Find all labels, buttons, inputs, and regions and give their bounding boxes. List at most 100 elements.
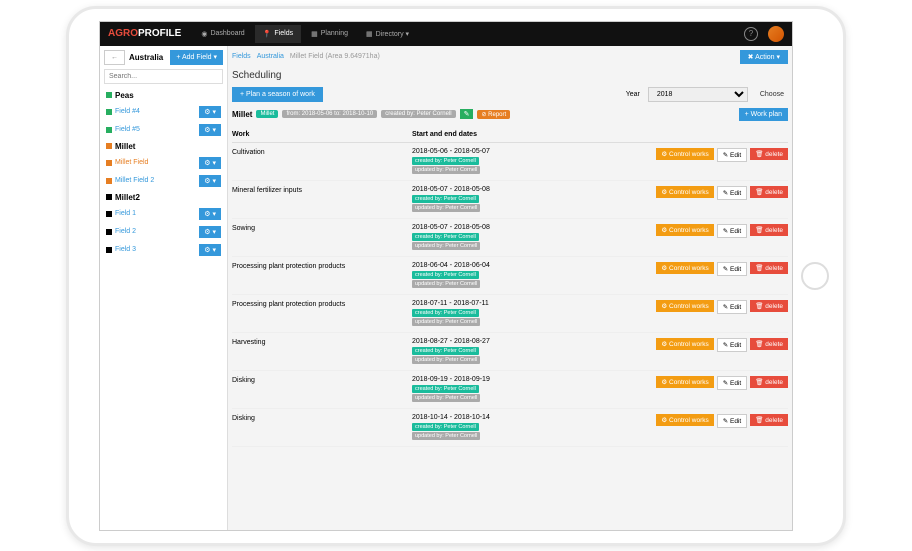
avatar[interactable] bbox=[768, 26, 784, 42]
work-name: Mineral fertilizer inputs bbox=[232, 186, 412, 194]
workplan-button[interactable]: + Work plan bbox=[739, 108, 788, 121]
search-input[interactable] bbox=[104, 69, 223, 84]
date-text: 2018-05-07 - 2018-05-08 bbox=[412, 224, 542, 231]
topbar: AGROPROFILE ◉Dashboard 📍Fields ▦Planning… bbox=[100, 22, 792, 46]
updated-tag: updated by: Peter Cornell bbox=[412, 356, 480, 364]
delete-button[interactable]: 🗑 delete bbox=[750, 300, 788, 312]
field-row[interactable]: Millet Field 2⚙ ▾ bbox=[104, 172, 223, 190]
table-row: Processing plant protection products2018… bbox=[232, 257, 788, 295]
edit-button[interactable]: ✎ Edit bbox=[717, 148, 747, 162]
work-dates: 2018-06-04 - 2018-06-04created by: Peter… bbox=[412, 262, 542, 289]
created-tag: created by: Peter Cornell bbox=[412, 385, 479, 393]
gear-button[interactable]: ⚙ ▾ bbox=[199, 175, 221, 187]
year-select[interactable]: 2018 bbox=[648, 87, 748, 102]
field-row[interactable]: Millet Field⚙ ▾ bbox=[104, 154, 223, 172]
nav-label: Directory ▾ bbox=[376, 30, 409, 38]
gear-button[interactable]: ⚙ ▾ bbox=[199, 106, 221, 118]
top-right: ? bbox=[744, 26, 784, 42]
control-works-button[interactable]: ⚙ Control works bbox=[656, 300, 713, 312]
table-row: Sowing2018-05-07 - 2018-05-08created by:… bbox=[232, 219, 788, 257]
table-row: Harvesting2018-08-27 - 2018-08-27created… bbox=[232, 333, 788, 371]
add-field-button[interactable]: + Add Field ▾ bbox=[170, 50, 223, 65]
delete-button[interactable]: 🗑 delete bbox=[750, 338, 788, 350]
updated-tag: updated by: Peter Cornell bbox=[412, 204, 480, 212]
edit-button[interactable]: ✎ Edit bbox=[717, 414, 747, 428]
edit-button[interactable]: ✎ Edit bbox=[717, 376, 747, 390]
updated-tag: updated by: Peter Cornell bbox=[412, 394, 480, 402]
color-swatch bbox=[106, 194, 112, 200]
back-button[interactable]: ← bbox=[104, 50, 125, 65]
work-name: Processing plant protection products bbox=[232, 300, 412, 308]
work-dates: 2018-05-07 - 2018-05-08created by: Peter… bbox=[412, 186, 542, 213]
choose-button[interactable]: Choose bbox=[756, 89, 788, 100]
updated-tag: updated by: Peter Cornell bbox=[412, 280, 480, 288]
field-row[interactable]: Field 3⚙ ▾ bbox=[104, 241, 223, 259]
action-button[interactable]: ✖ Action ▾ bbox=[740, 50, 788, 64]
work-name: Harvesting bbox=[232, 338, 412, 346]
control-works-button[interactable]: ⚙ Control works bbox=[656, 262, 713, 274]
delete-button[interactable]: 🗑 delete bbox=[750, 148, 788, 160]
crop-header-peas: Peas bbox=[104, 88, 223, 103]
nav-planning[interactable]: ▦Planning bbox=[303, 25, 356, 43]
control-works-button[interactable]: ⚙ Control works bbox=[656, 338, 713, 350]
pin-icon: 📍 bbox=[263, 30, 272, 38]
nav-dashboard[interactable]: ◉Dashboard bbox=[193, 25, 252, 43]
edit-button[interactable]: ✎ Edit bbox=[717, 224, 747, 238]
control-works-button[interactable]: ⚙ Control works bbox=[656, 186, 713, 198]
delete-button[interactable]: 🗑 delete bbox=[750, 376, 788, 388]
edit-button[interactable]: ✎ bbox=[460, 109, 474, 119]
created-tag: created by: Peter Cornell bbox=[412, 233, 479, 241]
field-name: Millet Field 2 bbox=[115, 177, 196, 184]
updated-tag: updated by: Peter Cornell bbox=[412, 318, 480, 326]
field-row[interactable]: Field #4⚙ ▾ bbox=[104, 103, 223, 121]
nav-label: Fields bbox=[274, 30, 293, 37]
control-works-button[interactable]: ⚙ Control works bbox=[656, 414, 713, 426]
date-text: 2018-07-11 - 2018-07-11 bbox=[412, 300, 542, 307]
main: Fields Australia Millet Field (Area 9.64… bbox=[228, 46, 792, 530]
table-row: Cultivation2018-05-06 - 2018-05-07create… bbox=[232, 143, 788, 181]
table-row: Disking2018-09-19 - 2018-09-19 created by… bbox=[232, 371, 788, 409]
control-works-button[interactable]: ⚙ Control works bbox=[656, 376, 713, 388]
gear-button[interactable]: ⚙ ▾ bbox=[199, 157, 221, 169]
breadcrumb-fields[interactable]: Fields bbox=[232, 53, 251, 60]
field-row[interactable]: Field 1⚙ ▾ bbox=[104, 205, 223, 223]
work-dates: 2018-09-19 - 2018-09-19 created by: Peter… bbox=[412, 376, 542, 403]
work-name: Processing plant protection products bbox=[232, 262, 412, 270]
created-tag: created by: Peter Cornell bbox=[412, 423, 479, 431]
edit-button[interactable]: ✎ Edit bbox=[717, 338, 747, 352]
gear-button[interactable]: ⚙ ▾ bbox=[199, 124, 221, 136]
delete-button[interactable]: 🗑 delete bbox=[750, 262, 788, 274]
date-text: 2018-09-19 - 2018-09-19 bbox=[412, 376, 542, 383]
control-works-button[interactable]: ⚙ Control works bbox=[656, 224, 713, 236]
nav-directory[interactable]: ▦Directory ▾ bbox=[358, 25, 417, 43]
crop-name: Millet2 bbox=[115, 193, 140, 202]
gear-button[interactable]: ⚙ ▾ bbox=[199, 226, 221, 238]
breadcrumb-country[interactable]: Australia bbox=[257, 53, 284, 60]
work-actions: ⚙ Control works ✎ Edit🗑 delete bbox=[542, 300, 788, 314]
edit-button[interactable]: ✎ Edit bbox=[717, 300, 747, 314]
field-name: Field 3 bbox=[115, 246, 196, 253]
gear-button[interactable]: ⚙ ▾ bbox=[199, 208, 221, 220]
control-works-button[interactable]: ⚙ Control works bbox=[656, 148, 713, 160]
plan-season-button[interactable]: + Plan a season of work bbox=[232, 87, 323, 102]
home-button[interactable] bbox=[801, 262, 829, 290]
delete-button[interactable]: 🗑 delete bbox=[750, 414, 788, 426]
field-row[interactable]: Field 2⚙ ▾ bbox=[104, 223, 223, 241]
millet-row: Millet Millet from: 2018-05-06 to: 2018-… bbox=[232, 108, 788, 121]
edit-button[interactable]: ✎ Edit bbox=[717, 262, 747, 276]
help-icon[interactable]: ? bbox=[744, 27, 758, 41]
report-badge[interactable]: ⊘ Report bbox=[477, 110, 510, 119]
work-actions: ⚙ Control works ✎ Edit🗑 delete bbox=[542, 262, 788, 276]
field-row[interactable]: Field #5⚙ ▾ bbox=[104, 121, 223, 139]
gear-button[interactable]: ⚙ ▾ bbox=[199, 244, 221, 256]
color-swatch bbox=[106, 229, 112, 235]
delete-button[interactable]: 🗑 delete bbox=[750, 186, 788, 198]
sidebar-top: ← Australia + Add Field ▾ bbox=[104, 50, 223, 65]
work-actions: ⚙ Control works ✎ Edit🗑 delete bbox=[542, 224, 788, 238]
crop-name: Peas bbox=[115, 91, 134, 100]
work-name: Disking bbox=[232, 376, 412, 384]
logo-part2: PROFILE bbox=[138, 28, 181, 39]
nav-fields[interactable]: 📍Fields bbox=[255, 25, 301, 43]
delete-button[interactable]: 🗑 delete bbox=[750, 224, 788, 236]
edit-button[interactable]: ✎ Edit bbox=[717, 186, 747, 200]
